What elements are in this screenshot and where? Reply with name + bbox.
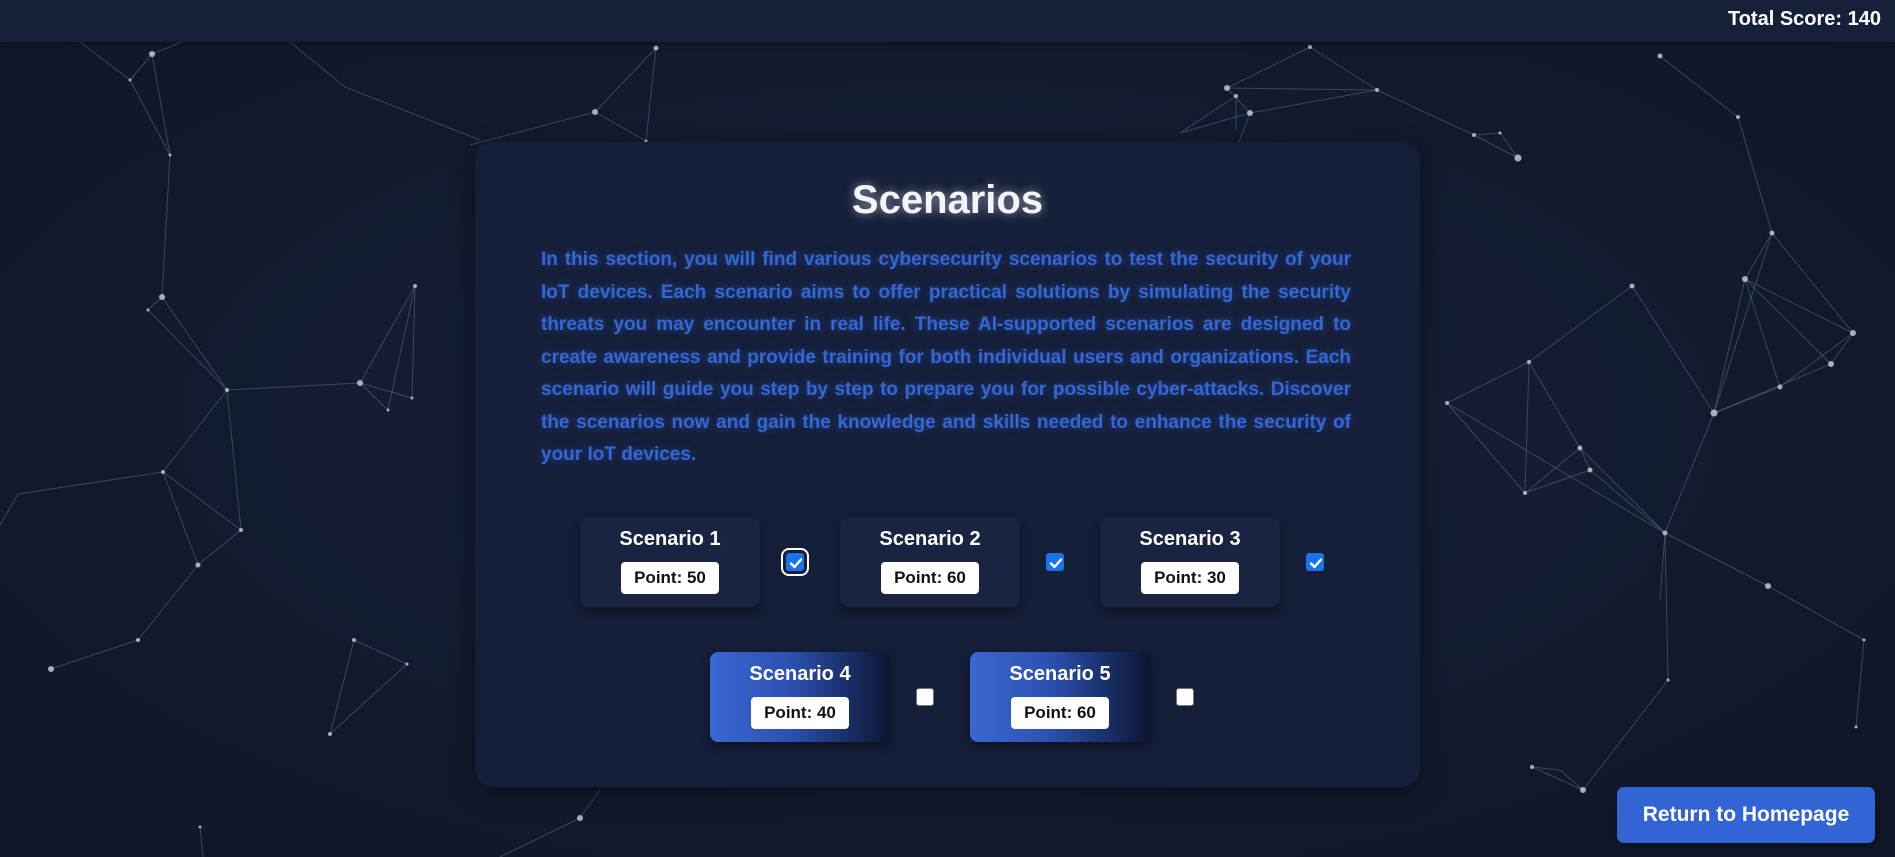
- point-badge: Point: 50: [621, 562, 719, 594]
- scenario-2-checkbox[interactable]: [1046, 553, 1064, 571]
- return-to-homepage-button[interactable]: Return to Homepage: [1617, 787, 1875, 843]
- top-bar: Total Score: 140: [0, 0, 1895, 42]
- point-badge: Point: 40: [751, 697, 849, 729]
- scenario-card-4[interactable]: Scenario 4 Point: 40: [710, 652, 890, 742]
- checkmark-icon: [1049, 558, 1063, 569]
- scenario-card-5[interactable]: Scenario 5 Point: 60: [970, 652, 1150, 742]
- scenario-3-checkbox[interactable]: [1306, 553, 1324, 571]
- scenario-1-checkbox[interactable]: [781, 548, 809, 576]
- total-score: Total Score: 140: [1727, 8, 1881, 30]
- scenario-card-3[interactable]: Scenario 3 Point: 30: [1100, 517, 1280, 607]
- scenario-name: Scenario 1: [619, 528, 721, 550]
- scenario-card-2[interactable]: Scenario 2 Point: 60: [840, 517, 1020, 607]
- scenarios-description: In this section, you will find various c…: [541, 249, 1351, 465]
- scenario-4-checkbox[interactable]: [916, 688, 934, 706]
- scenario-name: Scenario 4: [749, 663, 851, 685]
- point-badge: Point: 30: [1141, 562, 1239, 594]
- point-badge: Point: 60: [1011, 697, 1109, 729]
- scenarios-card: Scenarios In this section, you will find…: [475, 142, 1420, 787]
- scenario-name: Scenario 3: [1139, 528, 1241, 550]
- scenario-name: Scenario 5: [1009, 663, 1111, 685]
- page-title: Scenarios: [851, 178, 1044, 222]
- scenario-name: Scenario 2: [879, 528, 981, 550]
- checkmark-icon: [1309, 558, 1323, 569]
- point-badge: Point: 60: [881, 562, 979, 594]
- page-background: Total Score: 140 Scenarios In this secti…: [0, 0, 1895, 857]
- scenario-card-1[interactable]: Scenario 1 Point: 50: [580, 517, 760, 607]
- scenario-5-checkbox[interactable]: [1176, 688, 1194, 706]
- checkmark-icon: [789, 558, 803, 569]
